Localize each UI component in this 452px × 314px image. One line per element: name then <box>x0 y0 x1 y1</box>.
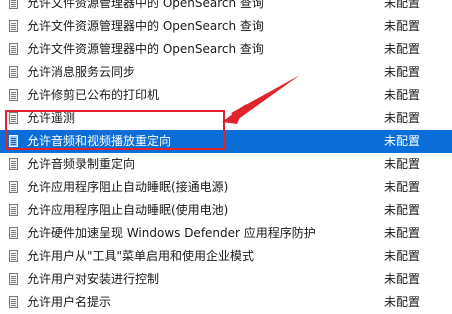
policy-setting-icon <box>9 135 18 147</box>
policy-setting-icon <box>9 158 18 170</box>
policy-name: 允许消息服务云同步 <box>27 65 136 79</box>
policy-setting-icon <box>9 43 18 55</box>
policy-state: 未配置 <box>384 203 421 217</box>
policy-row[interactable]: 允许应用程序阻止自动睡眠(使用电池) 未配置 <box>0 199 452 222</box>
policy-state: 未配置 <box>384 19 421 33</box>
policy-setting-icon <box>9 89 18 101</box>
policy-state: 未配置 <box>384 42 421 56</box>
policy-name: 允许音频录制重定向 <box>27 157 136 171</box>
policy-name: 允许遥测 <box>27 111 76 125</box>
policy-setting-icon <box>9 112 18 124</box>
policy-name: 允许文件资源管理器中的 OpenSearch 查询 <box>27 0 264 10</box>
policy-setting-icon <box>9 204 18 216</box>
policy-setting-icon <box>9 227 18 239</box>
policy-setting-icon <box>9 181 18 193</box>
policy-setting-icon <box>9 250 18 262</box>
policy-row[interactable]: 允许文件资源管理器中的 OpenSearch 查询 未配置 <box>0 38 452 61</box>
policy-state: 未配置 <box>384 249 421 263</box>
policy-setting-icon <box>9 20 18 32</box>
policy-state: 未配置 <box>384 180 421 194</box>
policy-state: 未配置 <box>384 226 421 240</box>
policy-row[interactable]: 允许用户从"工具"菜单启用和使用企业模式 未配置 <box>0 245 452 268</box>
policy-name: 允许音频和视频播放重定向 <box>27 134 172 148</box>
policy-setting-icon <box>9 66 18 78</box>
policy-state: 未配置 <box>384 272 421 286</box>
policy-row[interactable]: 允许音频录制重定向 未配置 <box>0 153 452 176</box>
policy-row[interactable]: 允许修剪已公布的打印机 未配置 <box>0 84 452 107</box>
policy-row[interactable]: 允许文件资源管理器中的 OpenSearch 查询 未配置 <box>0 15 452 38</box>
policy-name: 允许文件资源管理器中的 OpenSearch 查询 <box>27 19 264 33</box>
policy-setting-icon <box>9 273 18 285</box>
policy-state: 未配置 <box>384 157 421 171</box>
policy-row[interactable]: 允许遥测 未配置 <box>0 107 452 130</box>
policy-state: 未配置 <box>384 111 421 125</box>
policy-name: 允许用户从"工具"菜单启用和使用企业模式 <box>27 249 255 263</box>
policy-name: 允许硬件加速呈现 Windows Defender 应用程序防护 <box>27 226 316 240</box>
policy-name: 允许应用程序阻止自动睡眠(接通电源) <box>27 180 229 194</box>
policy-state: 未配置 <box>384 295 421 309</box>
policy-name: 允许用户对安装进行控制 <box>27 272 160 286</box>
policy-row[interactable]: 允许消息服务云同步 未配置 <box>0 61 452 84</box>
policy-state: 未配置 <box>384 0 421 10</box>
policy-name: 允许用户名提示 <box>27 295 112 309</box>
policy-name: 允许文件资源管理器中的 OpenSearch 查询 <box>27 42 264 56</box>
policy-list: 允许文件资源管理器中的 OpenSearch 查询 未配置 允许文件资源管理器中… <box>0 0 452 314</box>
policy-state: 未配置 <box>384 65 421 79</box>
policy-state: 未配置 <box>384 134 421 148</box>
policy-row[interactable]: 允许硬件加速呈现 Windows Defender 应用程序防护 未配置 <box>0 222 452 245</box>
policy-row[interactable]: 允许应用程序阻止自动睡眠(接通电源) 未配置 <box>0 176 452 199</box>
policy-name: 允许应用程序阻止自动睡眠(使用电池) <box>27 203 229 217</box>
policy-state: 未配置 <box>384 88 421 102</box>
policy-row[interactable]: 允许用户对安装进行控制 未配置 <box>0 268 452 291</box>
policy-setting-icon <box>9 0 18 9</box>
policy-row[interactable]: 允许文件资源管理器中的 OpenSearch 查询 未配置 <box>0 0 452 15</box>
policy-name: 允许修剪已公布的打印机 <box>27 88 160 102</box>
policy-setting-icon <box>9 296 18 308</box>
policy-row-selected[interactable]: 允许音频和视频播放重定向 未配置 <box>0 130 452 153</box>
policy-row[interactable]: 允许用户名提示 未配置 <box>0 291 452 314</box>
